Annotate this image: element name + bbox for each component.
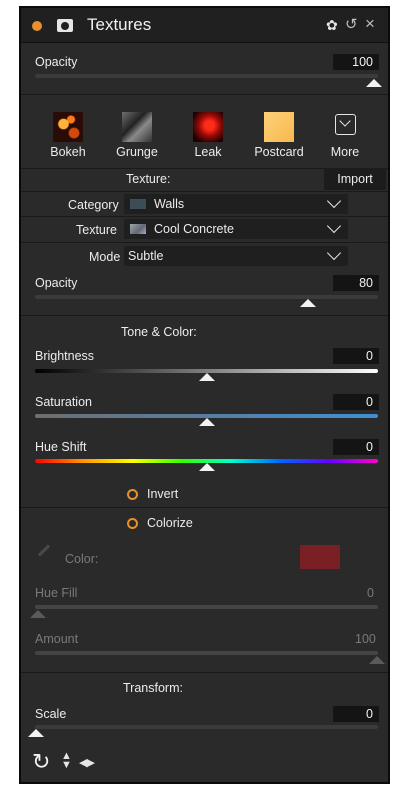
- mask-icon[interactable]: [57, 19, 73, 32]
- hue-fill-thumb[interactable]: [30, 610, 46, 618]
- panel-title: Textures: [87, 15, 152, 34]
- close-icon[interactable]: ×: [365, 14, 375, 34]
- hue-shift-value[interactable]: 0: [333, 439, 379, 455]
- texture-value: Cool Concrete: [154, 222, 234, 236]
- gear-icon[interactable]: ✿: [326, 17, 338, 34]
- scale-track[interactable]: [35, 725, 378, 729]
- saturation-value[interactable]: 0: [333, 394, 379, 410]
- reset-icon[interactable]: ↺: [345, 15, 358, 33]
- preset-label-leak[interactable]: Leak: [168, 145, 248, 159]
- mode-label: Mode: [89, 250, 121, 264]
- amount-value: 100: [355, 632, 376, 646]
- mode-value: Subtle: [128, 249, 164, 263]
- eyedropper-icon[interactable]: [37, 544, 51, 557]
- top-opacity-label: Opacity: [35, 55, 78, 69]
- rotate-icon[interactable]: ↻: [32, 751, 50, 773]
- concrete-thumbnail-icon: [130, 224, 146, 234]
- hue-fill-value: 0: [367, 586, 374, 600]
- scale-thumb[interactable]: [28, 729, 44, 737]
- chevron-down-icon: [326, 218, 342, 234]
- hue-shift-label: Hue Shift: [35, 440, 87, 454]
- texture-opacity-track[interactable]: [35, 295, 378, 299]
- walls-thumbnail-icon: [130, 199, 146, 209]
- amount-thumb[interactable]: [369, 656, 385, 664]
- panel-header: Textures ✿ ↺ ×: [21, 8, 388, 43]
- bokeh-thumbnail[interactable]: [53, 112, 83, 142]
- color-label: Color:: [65, 552, 99, 566]
- import-label: Import: [337, 172, 373, 186]
- top-opacity-track[interactable]: [35, 74, 378, 78]
- amount-label: Amount: [35, 632, 79, 646]
- textures-panel: Textures ✿ ↺ × Opacity 100 Bokeh Grunge …: [19, 6, 390, 784]
- texture-label: Texture: [76, 223, 117, 237]
- hue-shift-thumb[interactable]: [199, 463, 215, 471]
- invert-label[interactable]: Invert: [147, 487, 178, 501]
- texture-opacity-label: Opacity: [35, 276, 78, 290]
- texture-select[interactable]: Cool Concrete: [124, 218, 348, 239]
- chevron-down-icon: [326, 245, 342, 261]
- hue-fill-label: Hue Fill: [35, 586, 78, 600]
- chevron-down-icon: [326, 193, 342, 209]
- top-opacity-value[interactable]: 100: [333, 54, 379, 70]
- hue-fill-track[interactable]: [35, 605, 378, 609]
- texture-opacity-value[interactable]: 80: [333, 275, 379, 291]
- tone-color-heading: Tone & Color:: [121, 325, 197, 339]
- category-label: Category: [68, 198, 119, 212]
- transform-heading: Transform:: [123, 681, 183, 695]
- import-button[interactable]: Import: [324, 168, 386, 190]
- brightness-thumb[interactable]: [199, 373, 215, 381]
- brightness-label: Brightness: [35, 349, 95, 363]
- preset-label-grunge[interactable]: Grunge: [97, 145, 177, 159]
- saturation-label: Saturation: [35, 395, 92, 409]
- texture-opacity-thumb[interactable]: [300, 299, 316, 307]
- more-button[interactable]: [335, 114, 356, 135]
- brightness-value[interactable]: 0: [333, 348, 379, 364]
- scale-label: Scale: [35, 707, 67, 721]
- status-dot-icon[interactable]: [32, 21, 42, 31]
- invert-radio[interactable]: [127, 489, 138, 500]
- colorize-label[interactable]: Colorize: [147, 516, 193, 530]
- postcard-thumbnail[interactable]: [264, 112, 294, 142]
- preset-label-bokeh[interactable]: Bokeh: [28, 145, 108, 159]
- amount-track[interactable]: [35, 651, 378, 655]
- flip-vertical-icon[interactable]: ▲ ▼: [61, 751, 72, 771]
- top-opacity-thumb[interactable]: [366, 79, 382, 87]
- category-value: Walls: [154, 197, 185, 211]
- color-swatch[interactable]: [300, 545, 340, 569]
- scale-value[interactable]: 0: [333, 706, 379, 722]
- texture-heading: Texture:: [126, 172, 171, 186]
- flip-horizontal-icon[interactable]: ◀▶: [79, 756, 95, 769]
- grunge-thumbnail[interactable]: [122, 112, 152, 142]
- mode-select[interactable]: Subtle: [124, 245, 348, 266]
- colorize-radio[interactable]: [127, 518, 138, 529]
- leak-thumbnail[interactable]: [193, 112, 223, 142]
- category-select[interactable]: Walls: [124, 193, 348, 214]
- chevron-down-icon: [339, 115, 351, 127]
- saturation-thumb[interactable]: [199, 418, 215, 426]
- preset-label-more[interactable]: More: [305, 145, 385, 159]
